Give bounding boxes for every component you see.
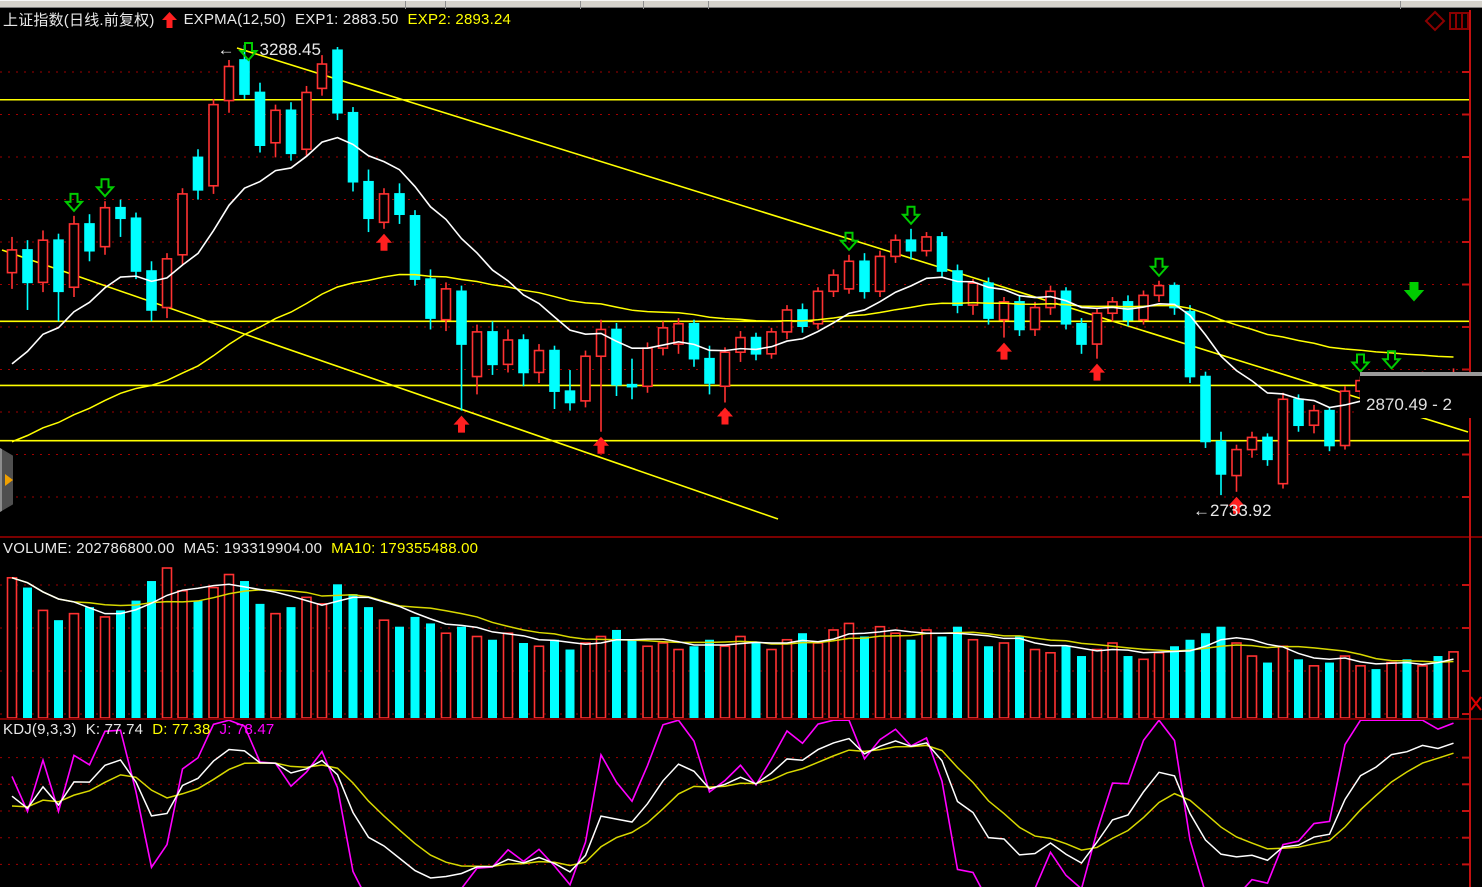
chart-canvas[interactable]: ← 3288.45 ←2733.92 bbox=[0, 0, 1482, 887]
kdj-lines-group bbox=[12, 720, 1454, 887]
exp1-value: EXP1: 2883.50 bbox=[295, 11, 399, 28]
volume-value: VOLUME: 202786800.00 bbox=[3, 540, 175, 557]
kdj-header: KDJ(9,3,3) K: 77.74 D: 77.38 J: 78.47 bbox=[3, 721, 274, 738]
window-top-strip bbox=[0, 0, 1482, 8]
indicator-name: EXPMA(12,50) bbox=[184, 11, 286, 28]
sell-arrow-icon bbox=[841, 233, 857, 250]
volume-bars-group bbox=[8, 568, 1459, 718]
symbol-title: 上证指数(日线.前复权) bbox=[3, 9, 155, 30]
strip-separator bbox=[580, 1, 581, 9]
buy-arrow-icon bbox=[454, 416, 470, 433]
kdj-d-value: D: 77.38 bbox=[152, 721, 210, 738]
price-labels: ← 3288.45 ←2733.92 bbox=[218, 40, 1272, 520]
buy-arrow-icon bbox=[717, 408, 733, 425]
volume-header: VOLUME: 202786800.00 MA5: 193319904.00 M… bbox=[3, 540, 478, 557]
svg-text:←: ← bbox=[218, 40, 235, 59]
strip-separator bbox=[708, 1, 709, 9]
volume-ma5-value: MA5: 193319904.00 bbox=[184, 540, 323, 557]
kdj-title: KDJ(9,3,3) bbox=[3, 721, 77, 738]
expand-arrow-icon bbox=[5, 474, 13, 486]
strip-separator bbox=[1400, 1, 1401, 9]
strip-separator bbox=[405, 1, 406, 9]
grid-lines bbox=[0, 72, 1468, 864]
svg-text:3288.45: 3288.45 bbox=[260, 40, 321, 59]
price-range-text: 2870.49 - 2 bbox=[1366, 395, 1452, 415]
buy-arrow-icon bbox=[376, 234, 392, 251]
sell-arrow-icon bbox=[1406, 283, 1422, 300]
frame bbox=[0, 10, 1482, 887]
sell-arrow-icon bbox=[97, 179, 113, 196]
buy-arrow-icon bbox=[593, 437, 609, 454]
buy-arrow-icon bbox=[1089, 364, 1105, 381]
price-range-tooltip: 2870.49 - 2 bbox=[1360, 372, 1482, 418]
kdj-k-value: K: 77.74 bbox=[86, 721, 143, 738]
app-root: { "header": { "symbol": "上证指数(日线.前复权)", … bbox=[0, 0, 1482, 887]
strip-separator bbox=[445, 1, 446, 9]
main-chart-header: 上证指数(日线.前复权) EXPMA(12,50) EXP1: 2883.50 … bbox=[3, 9, 511, 30]
sell-arrow-icon bbox=[1353, 355, 1369, 372]
sell-arrow-icon bbox=[66, 194, 82, 211]
candles-group bbox=[8, 45, 1459, 495]
expma-lines bbox=[12, 138, 1454, 442]
sell-arrow-icon bbox=[903, 207, 919, 224]
red-up-arrow-icon bbox=[162, 12, 177, 28]
buy-arrow-icon bbox=[996, 343, 1012, 360]
volume-ma10-value: MA10: 179355488.00 bbox=[331, 540, 478, 557]
exp2-value: EXP2: 2893.24 bbox=[408, 11, 512, 28]
corner-icons bbox=[1426, 12, 1468, 30]
kdj-j-value: J: 78.47 bbox=[220, 721, 275, 738]
split-panes-icon[interactable] bbox=[1450, 13, 1468, 29]
diamond-icon[interactable] bbox=[1426, 12, 1444, 30]
sell-arrow-icon bbox=[1151, 259, 1167, 276]
svg-text:←2733.92: ←2733.92 bbox=[1193, 501, 1271, 520]
strip-separator bbox=[643, 1, 644, 9]
sidebar-collapse-handle[interactable] bbox=[0, 448, 13, 512]
